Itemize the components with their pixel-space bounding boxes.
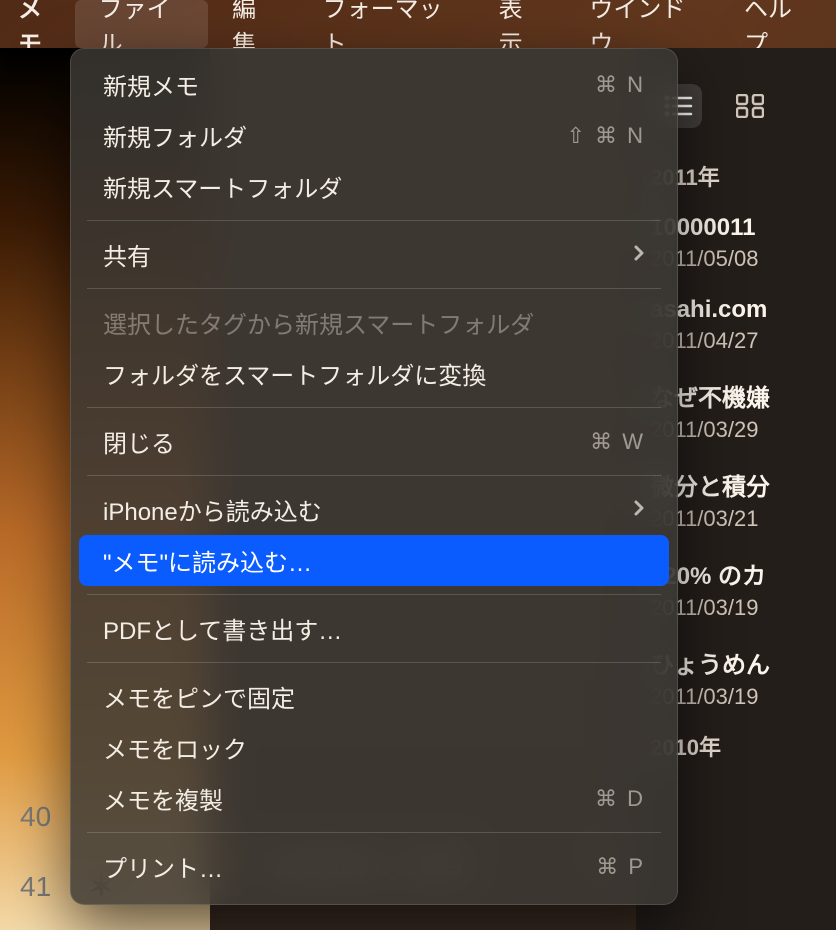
menu-convert-to-smart[interactable]: フォルダをスマートフォルダに変換	[79, 348, 669, 399]
shortcut: ⌘ D	[595, 786, 645, 812]
chevron-right-icon	[633, 496, 645, 524]
menu-export-pdf[interactable]: PDFとして書き出す…	[79, 603, 669, 654]
menu-separator	[87, 288, 661, 289]
menu-import-iphone[interactable]: iPhoneから読み込む	[79, 484, 669, 535]
menu-format[interactable]: フォーマット	[299, 0, 475, 48]
menu-view[interactable]: 表示	[475, 0, 566, 48]
menu-separator	[87, 220, 661, 221]
menu-pin-note[interactable]: メモをピンで固定	[79, 671, 669, 722]
shortcut: ⌘ W	[590, 429, 645, 455]
shortcut: ⌘ P	[596, 854, 645, 880]
menu-lock-note[interactable]: メモをロック	[79, 722, 669, 773]
menu-file[interactable]: ファイル	[75, 0, 208, 48]
menu-help[interactable]: ヘルプ	[720, 0, 832, 48]
shortcut: ⇧ ⌘ N	[566, 123, 645, 149]
menu-new-note[interactable]: 新規メモ ⌘ N	[79, 59, 669, 110]
grid-view-button[interactable]	[726, 84, 774, 128]
file-menu-dropdown: 新規メモ ⌘ N 新規フォルダ ⇧ ⌘ N 新規スマートフォルダ 共有 選択した…	[70, 48, 678, 905]
menu-separator	[87, 475, 661, 476]
menu-new-folder[interactable]: 新規フォルダ ⇧ ⌘ N	[79, 110, 669, 161]
menu-new-smart-from-tags: 選択したタグから新規スマートフォルダ	[79, 297, 669, 348]
menu-window[interactable]: ウインドウ	[565, 0, 720, 48]
menu-bar: メモ ファイル 編集 フォーマット 表示 ウインドウ ヘルプ	[0, 0, 836, 48]
menu-share[interactable]: 共有	[79, 229, 669, 280]
menu-print[interactable]: プリント… ⌘ P	[79, 841, 669, 892]
menu-separator	[87, 407, 661, 408]
menu-close[interactable]: 閉じる ⌘ W	[79, 416, 669, 467]
menu-duplicate-note[interactable]: メモを複製 ⌘ D	[79, 773, 669, 824]
menu-edit[interactable]: 編集	[208, 0, 299, 48]
shortcut: ⌘ N	[595, 72, 645, 98]
menu-separator	[87, 594, 661, 595]
menu-import-to-notes[interactable]: "メモ"に読み込む…	[79, 535, 669, 586]
chevron-right-icon	[633, 241, 645, 269]
menu-new-smart-folder[interactable]: 新規スマートフォルダ	[79, 161, 669, 212]
menu-separator	[87, 832, 661, 833]
menu-separator	[87, 662, 661, 663]
